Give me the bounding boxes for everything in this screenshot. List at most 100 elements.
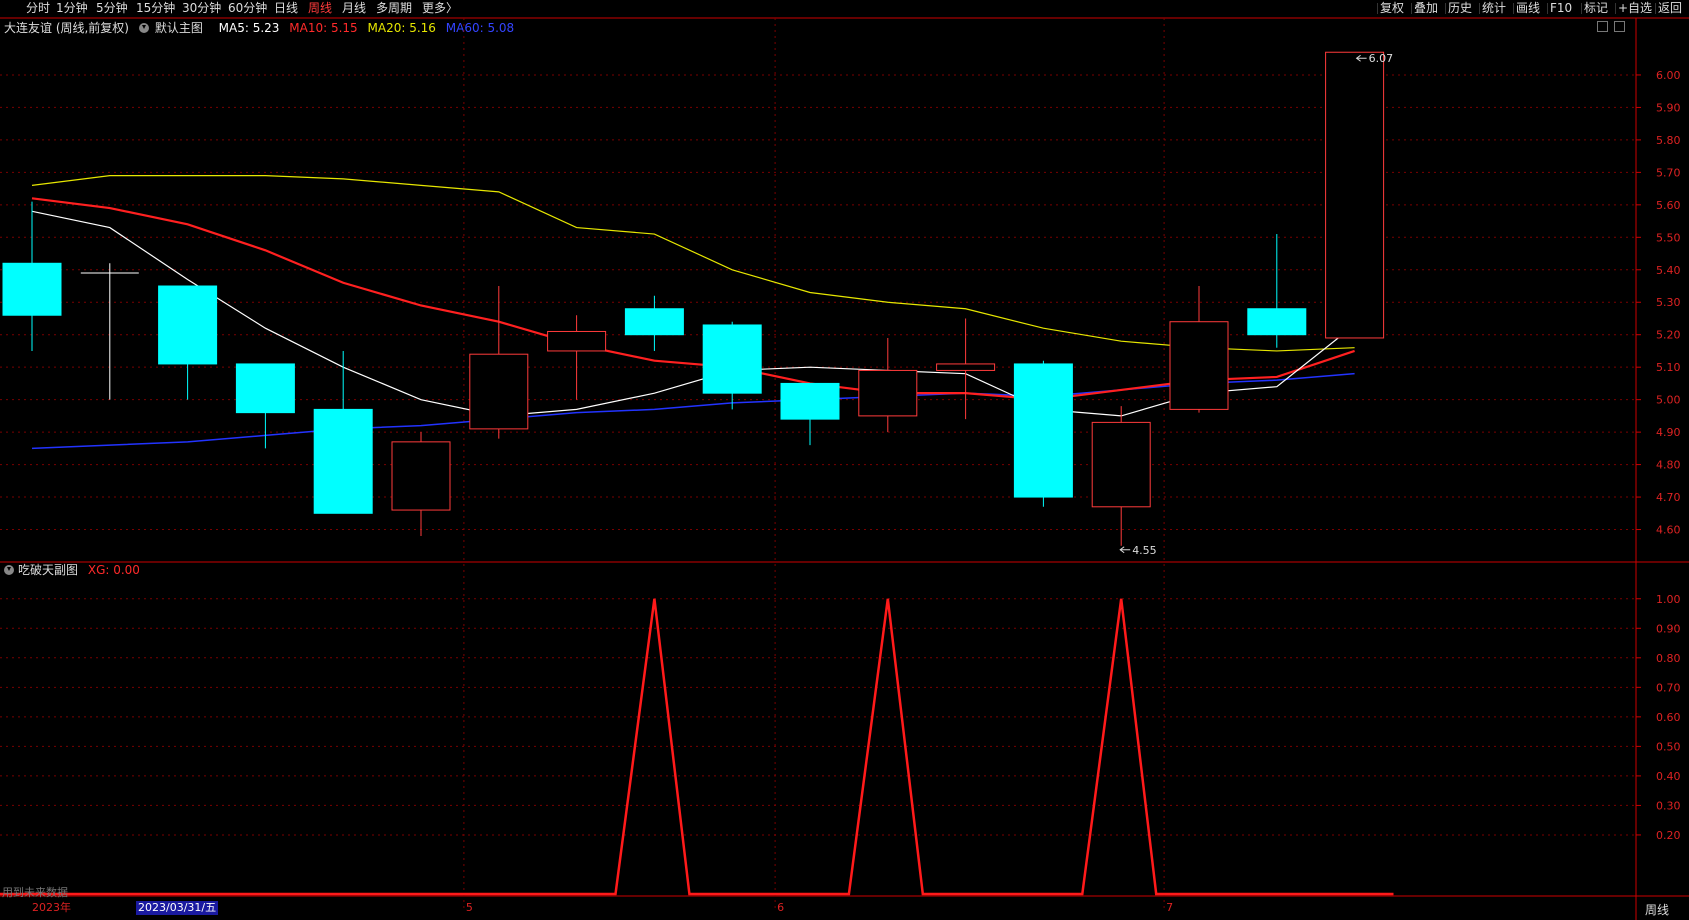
period-tab-2[interactable]: 5分钟 [96,1,128,16]
ma60-line [31,372,1355,450]
period-tab-10[interactable]: 更多〉 [422,1,458,16]
toolbar-separator [1655,3,1656,14]
annotation-arrowhead [1119,546,1125,554]
toolbar-separator [1615,3,1616,14]
candle-body-up [936,363,996,371]
tool-button-7[interactable]: +自选 [1618,1,1652,16]
sub-y-tick-label: 0.50 [1656,740,1681,753]
toolbar-separator [1479,3,1480,14]
period-tab-7[interactable]: 周线 [308,1,332,16]
candle-body-up [547,330,607,352]
candle-body-down [780,382,840,420]
candle-body-up [469,353,529,430]
sub-y-tick-label: 1.00 [1656,593,1681,606]
indicator-name[interactable]: 吃破天副图 [18,563,78,577]
toolbar-separator [1547,3,1548,14]
sub-y-tick-label: 0.60 [1656,711,1681,724]
y-tick-label: 4.70 [1656,491,1681,504]
candle-body-down [1013,363,1073,498]
y-tick-label: 5.30 [1656,296,1681,309]
period-tab-1[interactable]: 1分钟 [56,1,88,16]
sub-y-tick-label: 0.40 [1656,770,1681,783]
ma10-value: MA10: 5.15 [289,21,358,35]
candle-body-down [313,408,373,514]
y-tick-label: 6.00 [1656,69,1681,82]
toolbar-separator [1411,3,1412,14]
sub-y-tick-label: 0.70 [1656,681,1681,694]
chevron-down-icon[interactable] [4,565,14,575]
y-tick-label: 4.60 [1656,524,1681,537]
candle-body-up [1325,51,1385,339]
tool-button-2[interactable]: 历史 [1448,1,1472,16]
y-tick-label: 5.70 [1656,166,1681,179]
y-tick-label: 4.90 [1656,426,1681,439]
stock-title[interactable]: 大连友谊 (周线,前复权) [4,21,129,35]
tool-button-4[interactable]: 画线 [1516,1,1540,16]
tool-button-6[interactable]: 标记 [1584,1,1608,16]
candle-body-down [2,262,62,316]
tool-button-3[interactable]: 统计 [1482,1,1506,16]
y-tick-label: 5.10 [1656,361,1681,374]
toolbar-separator [1581,3,1582,14]
y-tick-label: 5.90 [1656,101,1681,114]
period-toolbar: 分时 1分钟 5分钟 15分钟 30分钟 60分钟 日线 周线 月线 多周期 更多〉 返回 +自选 标记… [0,0,1689,17]
main-chart-legend: 大连友谊 (周线,前复权) 默认主图 MA5: 5.23 MA10: 5.15 … [4,20,520,36]
sub-y-tick-label: 0.90 [1656,622,1681,635]
template-dropdown[interactable]: 默认主图 [138,21,209,35]
toolbar-separator [1377,3,1378,14]
period-label: 周线 [1644,903,1669,917]
candle-body-up [858,369,918,417]
candle-body-down [158,285,218,365]
candle-body-up [1169,321,1229,410]
candle-body-down [235,363,295,414]
period-tab-3[interactable]: 15分钟 [136,1,175,16]
ma5-line [31,210,1355,417]
ma10-line [31,197,1355,401]
tool-button-8[interactable]: 返回 [1658,1,1682,16]
y-tick-label: 5.20 [1656,329,1681,342]
candle-body-down [1247,308,1307,336]
chart-window-buttons [1591,21,1625,35]
tool-button-1[interactable]: 叠加 [1414,1,1438,16]
xg-line [0,598,1394,896]
sub-y-tick-label: 0.30 [1656,799,1681,812]
restore-icon[interactable] [1597,21,1608,32]
tool-button-5[interactable]: F10 [1550,1,1572,16]
x-axis-label: 7 [1166,901,1174,914]
ma20-value: MA20: 5.16 [367,21,436,35]
maximize-icon[interactable] [1614,21,1625,32]
y-tick-label: 5.80 [1656,134,1681,147]
y-tick-label: 5.60 [1656,199,1681,212]
y-tick-label: 5.40 [1656,264,1681,277]
period-tab-5[interactable]: 60分钟 [228,1,267,16]
annotation-arrowhead [1355,54,1361,62]
chevron-down-icon[interactable] [138,23,149,33]
sub-y-tick-label: 0.80 [1656,652,1681,665]
toolbar-separator [1445,3,1446,14]
xg-value: XG: 0.00 [87,563,140,577]
x-axis-label: 2023年 [32,901,71,914]
cursor-date-label: 2023/03/31/五 [136,901,219,915]
x-axis-label: 5 [465,901,473,914]
period-tab-6[interactable]: 日线 [274,1,298,16]
candle-body-up [391,441,451,511]
low-annotation: 4.55 [1132,544,1157,557]
y-tick-label: 5.50 [1656,231,1681,244]
y-tick-label: 5.00 [1656,394,1681,407]
ma20-line [31,175,1355,352]
sub-chart-legend: 吃破天副图 XG: 0.00 [4,562,140,578]
period-tab-9[interactable]: 多周期 [376,1,412,16]
tool-button-0[interactable]: 复权 [1380,1,1404,16]
x-axis-label: 6 [777,901,785,914]
y-tick-label: 4.80 [1656,459,1681,472]
period-tab-8[interactable]: 月线 [342,1,366,16]
candle-body-up [1091,421,1151,508]
ma60-value: MA60: 5.08 [445,21,515,35]
candle-body-down [624,308,684,336]
period-tab-0[interactable]: 分时 [26,1,50,16]
kline-chart[interactable]: 6.00 5.90 5.80 5.70 5.60 5.50 5.40 5.30 5.20 5.10… [0,0,1689,920]
period-tab-4[interactable]: 30分钟 [182,1,221,16]
toolbar-separator [1513,3,1514,14]
high-annotation: 6.07 [1369,52,1394,65]
candle-body-down [702,324,762,394]
